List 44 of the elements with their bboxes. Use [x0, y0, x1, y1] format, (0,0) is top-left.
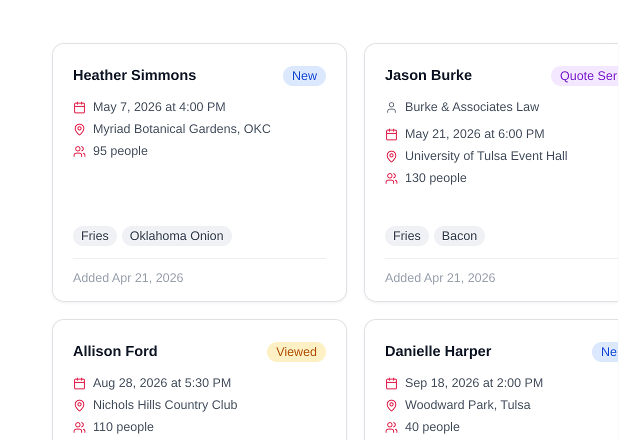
event-card[interactable]: Heather Simmons New May 7, 2026 at 4:00 PM Myriad Botanical Gardens, OKC 95 people Fries Oklahoma Onion Added Apr 21, 2026 — [52, 43, 347, 302]
location-pin-icon — [73, 398, 86, 412]
status-badge: Viewed — [267, 342, 326, 362]
menu-tag: Oklahoma Onion — [122, 226, 232, 246]
calendar-icon — [73, 100, 86, 114]
client-name: Allison Ford — [73, 344, 158, 360]
event-date: May 7, 2026 at 4:00 PM — [93, 100, 226, 114]
people-icon — [385, 420, 398, 434]
people-icon — [385, 172, 398, 184]
location-pin-icon — [385, 398, 398, 412]
menu-tag: Fries — [385, 226, 429, 246]
event-location: Nichols Hills Country Club — [93, 398, 238, 412]
event-location: Myriad Botanical Gardens, OKC — [93, 122, 271, 136]
people-icon — [73, 144, 86, 158]
person-icon — [385, 100, 398, 114]
event-card[interactable]: Jason Burke Quote Ser Burke & Associates Law May 21, 2026 at 6:00 PM University of Tulsa Event Hall 130 people Fries Bacon Added Apr 21, 2026 — [364, 43, 618, 302]
calendar-icon — [385, 128, 398, 140]
location-pin-icon — [73, 122, 86, 136]
menu-tag: Bacon — [434, 226, 486, 246]
client-name: Heather Simmons — [73, 68, 196, 84]
status-badge: New — [282, 66, 326, 86]
guest-count: 40 people — [405, 420, 460, 434]
guest-count: 95 people — [93, 144, 148, 158]
calendar-icon — [73, 376, 86, 390]
calendar-icon — [385, 376, 398, 390]
event-location: Woodward Park, Tulsa — [405, 398, 531, 412]
event-location: University of Tulsa Event Hall — [405, 149, 568, 163]
guest-count: 130 people — [405, 171, 467, 185]
added-date: Added Apr 21, 2026 — [385, 271, 497, 285]
menu-tag: Fries — [73, 226, 117, 246]
people-icon — [73, 420, 86, 434]
guest-count: 110 people — [93, 420, 154, 434]
location-pin-icon — [385, 150, 398, 162]
event-date: May 21, 2026 at 6:00 PM — [405, 127, 545, 141]
status-badge: Quote Ser — [551, 66, 618, 86]
client-name: Danielle Harper — [385, 344, 492, 360]
company-name: Burke & Associates Law — [405, 100, 540, 114]
status-badge: Ne — [592, 342, 618, 362]
event-card[interactable]: Danielle Harper Ne Sep 18, 2026 at 2:00 PM Woodward Park, Tulsa 40 people — [364, 319, 618, 440]
event-card[interactable]: Allison Ford Viewed Aug 28, 2026 at 5:30 PM Nichols Hills Country Club 110 people — [52, 319, 347, 440]
event-date: Sep 18, 2026 at 2:00 PM — [405, 376, 544, 390]
client-name: Jason Burke — [385, 68, 472, 84]
added-date: Added Apr 21, 2026 — [73, 271, 185, 285]
event-date: Aug 28, 2026 at 5:30 PM — [93, 376, 232, 390]
